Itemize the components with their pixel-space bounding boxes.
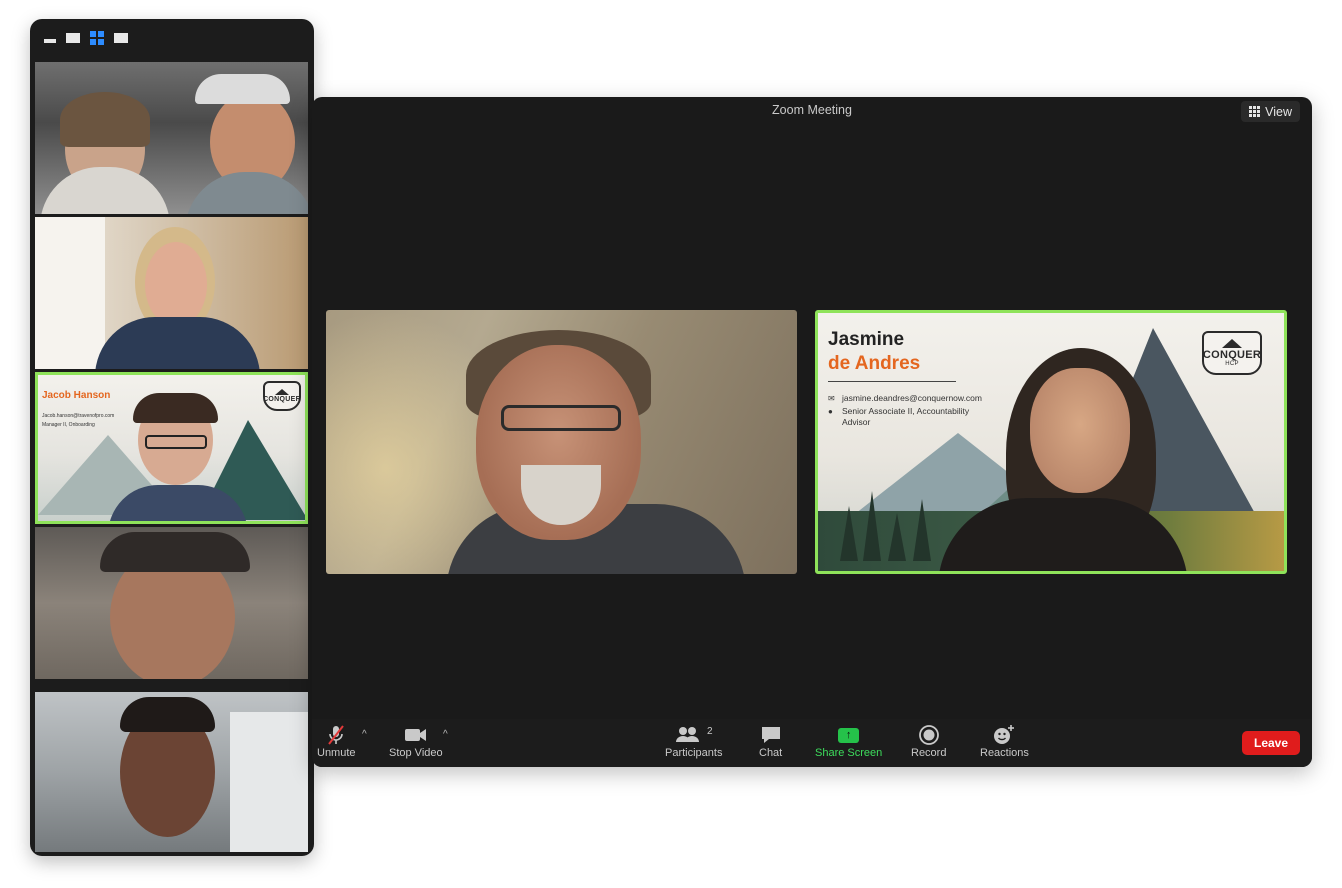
unmute-button[interactable]: Unmute bbox=[317, 723, 356, 759]
leave-button[interactable]: Leave bbox=[1242, 731, 1300, 755]
chat-icon bbox=[760, 723, 782, 747]
background-wall bbox=[35, 217, 105, 369]
view-label: View bbox=[1265, 104, 1292, 119]
participant-card-role: Senior Associate II, Accountability bbox=[842, 406, 970, 416]
participant-card-divider bbox=[828, 381, 956, 382]
participant-video-tile-active[interactable]: Jasmine de Andres ✉ jasmine.deandres@con… bbox=[815, 310, 1287, 574]
mail-icon: ✉ bbox=[828, 394, 835, 403]
fullscreen-view-button[interactable] bbox=[114, 33, 128, 43]
gallery-view-icon[interactable] bbox=[90, 31, 104, 45]
record-icon bbox=[918, 723, 940, 747]
participant-card-role: Manager II, Onboarding bbox=[42, 422, 95, 428]
participants-icon: 2 bbox=[675, 723, 713, 747]
participant-card-email: Jacob.hanson@travenofpro.com bbox=[42, 413, 115, 419]
participant-hair bbox=[60, 92, 150, 147]
participant-body bbox=[40, 167, 170, 214]
participant-video-tile[interactable] bbox=[35, 692, 308, 852]
participant-video-tile-active[interactable]: Jacob Hanson Jacob.hanson@travenofpro.co… bbox=[35, 372, 308, 524]
speaker-view-button[interactable] bbox=[66, 33, 80, 43]
participant-card-name: Jacob Hanson bbox=[42, 390, 111, 401]
conquer-logo: CONQUER HCP bbox=[1202, 331, 1262, 375]
grid-view-icon bbox=[1249, 106, 1261, 117]
participants-count: 2 bbox=[706, 725, 713, 737]
mic-muted-icon bbox=[327, 723, 345, 747]
record-button[interactable]: Record bbox=[911, 723, 946, 759]
share-screen-icon: ↑ bbox=[838, 723, 860, 747]
conquer-logo: CONQUER bbox=[263, 381, 301, 411]
participant-card-last-name: de Andres bbox=[828, 353, 921, 374]
zoom-meeting-window: Zoom Meeting View Jasmine de Andres ✉ ja… bbox=[312, 97, 1312, 767]
participant-cap bbox=[195, 74, 290, 104]
chat-button[interactable]: Chat bbox=[759, 723, 782, 759]
participant-video-tile[interactable] bbox=[35, 527, 308, 679]
participant-video-tile[interactable] bbox=[326, 310, 797, 574]
share-screen-button[interactable]: ↑ Share Screen bbox=[815, 723, 882, 759]
participant-face bbox=[1030, 368, 1130, 493]
tree-icon bbox=[913, 499, 931, 561]
participant-hair bbox=[120, 697, 215, 732]
video-camera-icon bbox=[404, 723, 428, 747]
participant-body bbox=[185, 172, 308, 214]
participant-card-role-cont: Advisor bbox=[842, 417, 871, 427]
participant-body bbox=[95, 317, 260, 369]
car-window bbox=[230, 712, 308, 852]
participant-video-tile[interactable] bbox=[35, 62, 308, 214]
tree-icon bbox=[863, 491, 881, 561]
window-title: Zoom Meeting bbox=[772, 103, 852, 117]
participant-hair bbox=[133, 393, 218, 423]
people-icon: ● bbox=[828, 407, 833, 416]
participant-card-email: jasmine.deandres@conquernow.com bbox=[842, 393, 982, 403]
reactions-button[interactable]: Reactions bbox=[980, 723, 1029, 759]
audio-options-caret[interactable]: ^ bbox=[362, 729, 367, 740]
participant-glasses bbox=[501, 405, 621, 431]
minimize-view-button[interactable] bbox=[44, 39, 56, 43]
participants-button[interactable]: 2 Participants bbox=[665, 723, 722, 760]
tree-icon bbox=[840, 506, 858, 561]
participant-card-first-name: Jasmine bbox=[828, 329, 905, 350]
gallery-header bbox=[44, 31, 128, 45]
tree-icon bbox=[888, 513, 906, 561]
gallery-side-panel: Jacob Hanson Jacob.hanson@travenofpro.co… bbox=[30, 19, 314, 856]
view-button[interactable]: View bbox=[1241, 101, 1300, 122]
participant-card-role-row: ● Senior Associate II, Accountability Ad… bbox=[828, 406, 969, 428]
participant-face bbox=[145, 242, 207, 327]
participant-video-tile[interactable] bbox=[35, 217, 308, 369]
participant-card-email-row: ✉ jasmine.deandres@conquernow.com bbox=[828, 393, 982, 404]
participant-cap bbox=[100, 532, 250, 572]
participant-glasses bbox=[145, 435, 207, 449]
video-options-caret[interactable]: ^ bbox=[443, 729, 448, 740]
meeting-toolbar: Unmute ^ Stop Video ^ 2 Participants Cha… bbox=[312, 719, 1312, 767]
reactions-icon bbox=[992, 723, 1016, 747]
stop-video-button[interactable]: Stop Video bbox=[389, 723, 443, 759]
